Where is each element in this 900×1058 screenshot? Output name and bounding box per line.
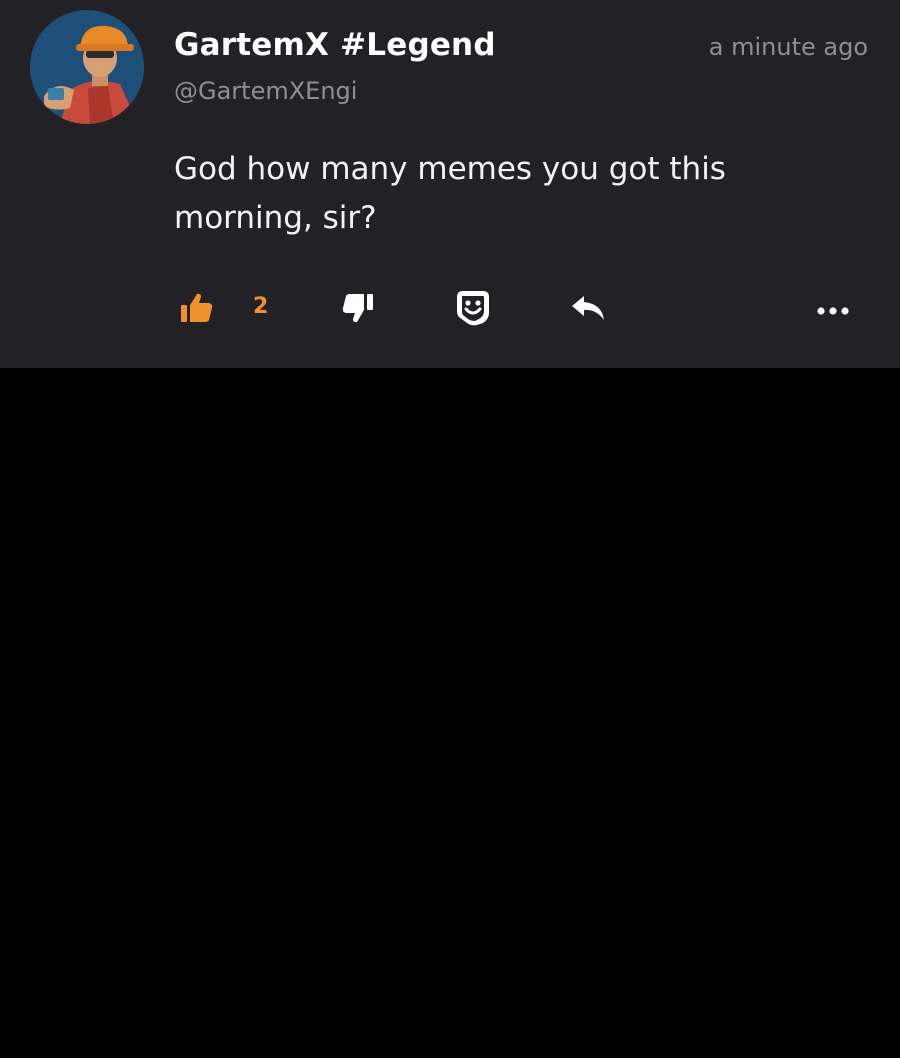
author-handle[interactable]: @GartemXEngi bbox=[174, 77, 357, 105]
post-timestamp: a minute ago bbox=[708, 33, 868, 61]
comment-text: God how many memes you got this morning,… bbox=[174, 151, 726, 236]
sticker-button[interactable] bbox=[455, 290, 491, 330]
author-display-name[interactable]: GartemX #Legend bbox=[174, 27, 496, 63]
thumbs-down-icon bbox=[342, 292, 374, 328]
like-button[interactable] bbox=[180, 290, 214, 330]
reply-icon bbox=[570, 294, 606, 326]
reply-button[interactable] bbox=[570, 290, 606, 330]
avatar[interactable] bbox=[30, 10, 144, 124]
sticker-icon bbox=[455, 289, 491, 331]
comment-card: GartemX #Legend @GartemXEngi a minute ag… bbox=[0, 0, 900, 368]
more-dots-icon bbox=[816, 301, 850, 320]
like-count: 2 bbox=[253, 294, 269, 319]
thumbs-up-icon bbox=[180, 292, 214, 328]
dislike-button[interactable] bbox=[342, 290, 374, 330]
engineer-avatar-icon bbox=[30, 10, 144, 124]
more-options-button[interactable] bbox=[816, 290, 850, 330]
